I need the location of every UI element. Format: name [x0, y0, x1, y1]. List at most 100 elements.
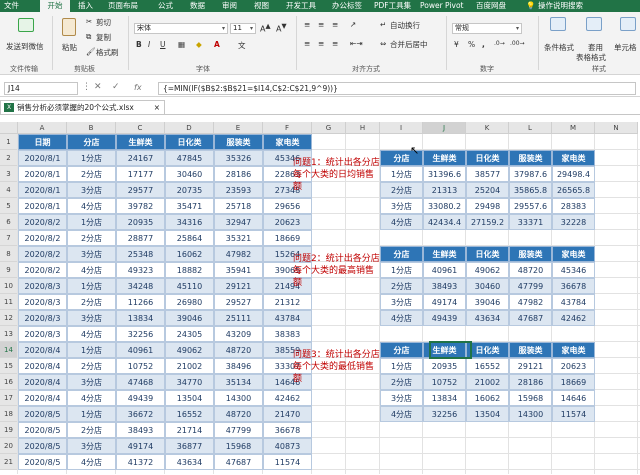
table-cell[interactable]: 36678	[263, 422, 312, 438]
summary-cell[interactable]: 2分店	[380, 374, 423, 390]
tab-home[interactable]: 开始	[40, 0, 70, 12]
summary-cell[interactable]: 29498.4	[552, 166, 595, 182]
table-cell[interactable]: 43784	[263, 310, 312, 326]
table-cell[interactable]: 2020/8/2	[18, 230, 67, 246]
table-cell[interactable]: 11266	[116, 294, 165, 310]
summary-cell[interactable]: 11574	[552, 406, 595, 422]
table-cell[interactable]: 40961	[116, 342, 165, 358]
orientation-icon[interactable]: ↗	[350, 20, 356, 29]
table-cell[interactable]: 3分店	[67, 310, 116, 326]
summary-header-cell[interactable]: 日化类	[466, 342, 509, 358]
summary-cell[interactable]: 26565.8	[552, 182, 595, 198]
table-cell[interactable]: 2020/8/2	[18, 246, 67, 262]
table-cell[interactable]: 28877	[116, 230, 165, 246]
column-header-a[interactable]: A	[18, 122, 67, 134]
column-header-c[interactable]: C	[116, 122, 165, 134]
summary-cell[interactable]: 20935	[423, 358, 466, 374]
column-header-d[interactable]: D	[165, 122, 214, 134]
summary-cell[interactable]: 30460	[466, 278, 509, 294]
table-cell[interactable]: 25111	[214, 310, 263, 326]
table-cell[interactable]: 4分店	[67, 326, 116, 342]
currency-icon[interactable]: ¥	[454, 40, 459, 49]
summary-cell[interactable]: 33371	[509, 214, 552, 230]
table-cell[interactable]: 24305	[165, 326, 214, 342]
summary-cell[interactable]: 16062	[466, 390, 509, 406]
summary-cell[interactable]: 43634	[466, 310, 509, 326]
spreadsheet-grid[interactable]: ABCDEFGHIJKLMN 1 2 3 4 5 6 7 8 9 10 11 12 13 14 15 16 17…	[0, 122, 640, 475]
table-cell[interactable]: 16552	[165, 406, 214, 422]
summary-header-cell[interactable]: 日化类	[466, 150, 509, 166]
summary-header-cell[interactable]: 家电类	[552, 150, 595, 166]
increase-font-icon[interactable]: A▲	[260, 22, 271, 34]
summary-cell[interactable]: 42462	[552, 310, 595, 326]
table-cell[interactable]: 2020/8/4	[18, 358, 67, 374]
row-header-15[interactable]: 15	[0, 358, 18, 374]
table-cell[interactable]: 36877	[165, 438, 214, 454]
table-cell[interactable]: 34248	[116, 278, 165, 294]
align-middle-icon[interactable]: ≡	[318, 20, 324, 29]
table-cell[interactable]: 20623	[263, 214, 312, 230]
tab-power-pivot[interactable]: Power Pivot	[420, 0, 463, 12]
tab-page-layout[interactable]: 页面布局	[108, 0, 138, 12]
italic-icon[interactable]: I	[148, 40, 150, 49]
table-cell[interactable]: 29527	[214, 294, 263, 310]
table-cell[interactable]: 3分店	[67, 438, 116, 454]
table-cell[interactable]: 2分店	[67, 422, 116, 438]
row-header-7[interactable]: 7	[0, 230, 18, 246]
conditional-format-button[interactable]: 条件格式	[544, 42, 574, 53]
row-header-21[interactable]: 21	[0, 454, 18, 470]
tab-file[interactable]: 文件	[4, 0, 19, 12]
column-header-n[interactable]: N	[595, 122, 638, 134]
summary-cell[interactable]: 18669	[552, 374, 595, 390]
table-cell[interactable]: 20935	[116, 214, 165, 230]
table-cell[interactable]: 32256	[116, 326, 165, 342]
number-format-select[interactable]: 常规	[452, 23, 522, 34]
summary-cell[interactable]: 2分店	[380, 182, 423, 198]
table-cell[interactable]: 29656	[263, 198, 312, 214]
table-cell[interactable]: 40873	[263, 438, 312, 454]
table-cell[interactable]: 39046	[165, 310, 214, 326]
summary-cell[interactable]: 38577	[466, 166, 509, 182]
summary-cell[interactable]: 13504	[466, 406, 509, 422]
summary-cell[interactable]: 49174	[423, 294, 466, 310]
row-header-14[interactable]: 14	[0, 342, 18, 358]
row-header-2[interactable]: 2	[0, 150, 18, 166]
summary-header-cell[interactable]: 家电类	[552, 246, 595, 262]
summary-header-cell[interactable]: 服装类	[509, 342, 552, 358]
table-cell[interactable]: 20735	[165, 182, 214, 198]
table-cell[interactable]: 1分店	[67, 406, 116, 422]
table-cell[interactable]: 2020/8/5	[18, 438, 67, 454]
summary-cell[interactable]: 1分店	[380, 262, 423, 278]
table-cell[interactable]: 49439	[116, 390, 165, 406]
table-cell[interactable]: 2020/8/4	[18, 374, 67, 390]
decrease-decimal-icon[interactable]: .00→	[510, 40, 525, 47]
table-cell[interactable]: 2020/8/5	[18, 422, 67, 438]
table-format-icon[interactable]	[586, 17, 602, 31]
table-cell[interactable]: 2020/8/3	[18, 294, 67, 310]
table-cell[interactable]: 2分店	[67, 230, 116, 246]
row-header-5[interactable]: 5	[0, 198, 18, 214]
table-cell[interactable]: 1分店	[67, 278, 116, 294]
table-cell[interactable]: 21470	[263, 406, 312, 422]
table-cell[interactable]: 47687	[214, 454, 263, 470]
table-cell[interactable]: 4分店	[67, 454, 116, 470]
row-header-11[interactable]: 11	[0, 294, 18, 310]
wrap-text-button[interactable]: 自动换行	[390, 20, 420, 31]
row-header-12[interactable]: 12	[0, 310, 18, 326]
conditional-format-icon[interactable]	[550, 17, 566, 31]
cell-style-icon[interactable]	[620, 17, 636, 31]
table-cell[interactable]: 34316	[165, 214, 214, 230]
main-header-cell[interactable]: 生鲜类	[116, 134, 165, 150]
summary-cell[interactable]: 31396.6	[423, 166, 466, 182]
table-cell[interactable]: 11574	[263, 454, 312, 470]
cut-button[interactable]: 剪切	[96, 17, 111, 28]
summary-cell[interactable]: 3分店	[380, 294, 423, 310]
font-size-select[interactable]: 11	[230, 23, 256, 34]
insert-function-icon[interactable]: fx	[134, 83, 142, 92]
table-cell[interactable]: 4分店	[67, 198, 116, 214]
row-header-13[interactable]: 13	[0, 326, 18, 342]
summary-cell[interactable]: 25204	[466, 182, 509, 198]
close-icon[interactable]: ×	[154, 101, 160, 114]
table-cell[interactable]: 2020/8/1	[18, 150, 67, 166]
column-header-k[interactable]: K	[466, 122, 509, 134]
